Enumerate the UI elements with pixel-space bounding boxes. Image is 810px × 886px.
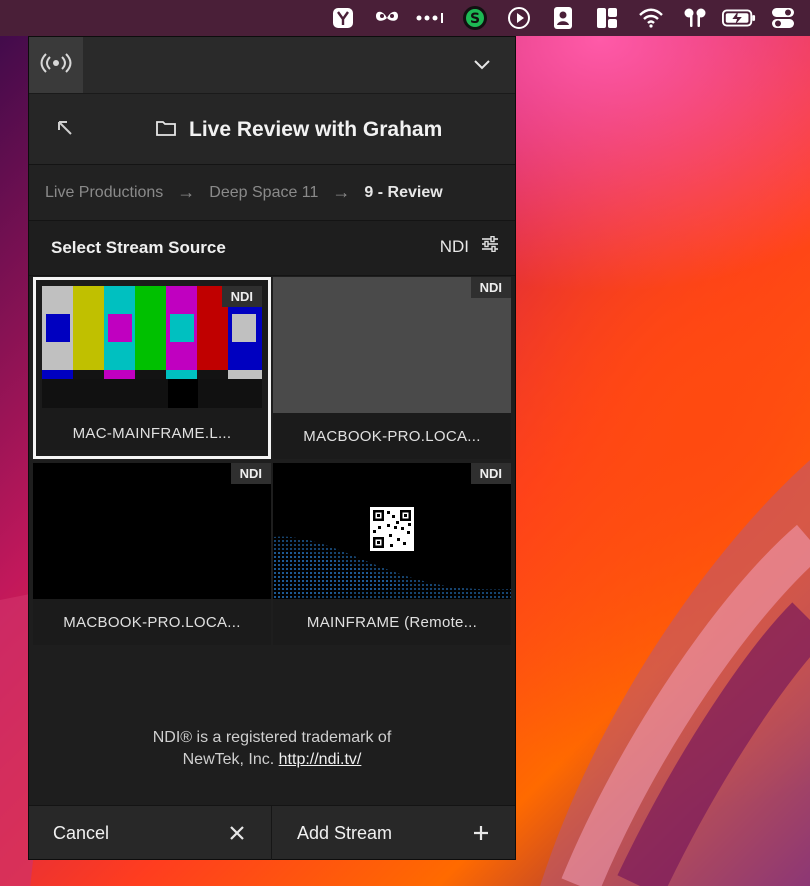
source-card[interactable]: NDI MACBOOK-PRO.LOCA...	[33, 463, 271, 645]
plus-icon	[471, 823, 491, 843]
source-card[interactable]: NDI MACBOOK-PRO.LOCA...	[273, 277, 511, 459]
source-card[interactable]: NDI MAC-MAINFRAME.L...	[33, 277, 271, 459]
ndi-website-link[interactable]: http://ndi.tv/	[279, 751, 362, 768]
shield-badge-icon[interactable]	[326, 0, 360, 36]
breadcrumb-item-current: 9 - Review	[364, 183, 443, 201]
breadcrumb: Live Productions → Deep Space 11 → 9 - R…	[29, 165, 515, 221]
back-button[interactable]	[51, 116, 79, 144]
notice-line: NewTek, Inc. http://ndi.tv/	[29, 749, 515, 771]
person-badge-icon[interactable]	[546, 0, 580, 36]
svg-text:S: S	[470, 11, 480, 27]
tab-live-stream[interactable]	[29, 37, 83, 93]
ndi-badge: NDI	[230, 463, 271, 484]
more-dots-icon[interactable]	[414, 0, 448, 36]
notice-company: NewTek, Inc.	[182, 751, 275, 768]
ndi-badge: NDI	[470, 463, 511, 484]
airpods-icon[interactable]	[678, 0, 712, 36]
source-card[interactable]: NDI MAINFRAME (Remote...	[273, 463, 511, 645]
source-name: MACBOOK-PRO.LOCA...	[63, 614, 241, 631]
green-s-icon[interactable]: S	[458, 0, 492, 36]
broadcast-icon	[40, 52, 72, 79]
play-circle-icon[interactable]	[502, 0, 536, 36]
breadcrumb-item-live-productions[interactable]: Live Productions	[45, 184, 163, 202]
notice-line: NDI® is a registered trademark of	[152, 729, 392, 746]
source-section-header: Select Stream Source NDI	[29, 222, 515, 276]
cancel-button[interactable]: Cancel	[29, 806, 272, 860]
source-name: MAINFRAME (Remote...	[306, 614, 478, 631]
battery-charging-icon[interactable]	[722, 0, 756, 36]
source-name: MACBOOK-PRO.LOCA...	[303, 428, 481, 445]
header-title-group: Live Review with Graham	[155, 114, 442, 146]
arrow-up-left-icon	[56, 119, 74, 142]
panel-tab-bar	[29, 37, 515, 93]
folder-icon	[155, 119, 177, 142]
source-type-filter[interactable]: NDI	[439, 235, 499, 257]
chevron-down-icon	[473, 57, 491, 75]
ndi-badge: NDI	[470, 277, 511, 298]
action-bar: Cancel Add Stream	[29, 805, 515, 860]
stream-source-grid: NDI MAC-MAINFRAME.L... NDI MACBOOK-PRO.L…	[33, 277, 513, 647]
source-type-label: NDI	[439, 236, 469, 256]
breadcrumb-separator: →	[177, 182, 196, 202]
cancel-button-label: Cancel	[53, 822, 110, 843]
stream-source-panel: Live Review with Graham Live Productions…	[28, 36, 516, 860]
wifi-icon[interactable]	[634, 0, 668, 36]
menu-bar: S	[0, 0, 810, 36]
breadcrumb-separator: →	[332, 182, 351, 202]
ndi-trademark-notice: NDI® is a registered trademark of NewTek…	[29, 727, 515, 771]
breadcrumb-item-deep-space[interactable]: Deep Space 11	[209, 184, 318, 202]
page-title: Live Review with Graham	[189, 118, 443, 141]
add-stream-button-label: Add Stream	[297, 822, 393, 843]
ndi-badge: NDI	[221, 286, 262, 307]
control-center-icon[interactable]	[766, 0, 800, 36]
panel-header: Live Review with Graham	[29, 93, 515, 165]
layout-icon[interactable]	[590, 0, 624, 36]
section-title: Select Stream Source	[51, 238, 226, 257]
add-stream-button[interactable]: Add Stream	[273, 806, 515, 860]
sliders-icon[interactable]	[481, 235, 499, 257]
butterfly-icon[interactable]	[370, 0, 404, 36]
source-name: MAC-MAINFRAME.L...	[72, 425, 232, 442]
close-icon	[227, 823, 247, 843]
collapse-button[interactable]	[471, 55, 493, 77]
